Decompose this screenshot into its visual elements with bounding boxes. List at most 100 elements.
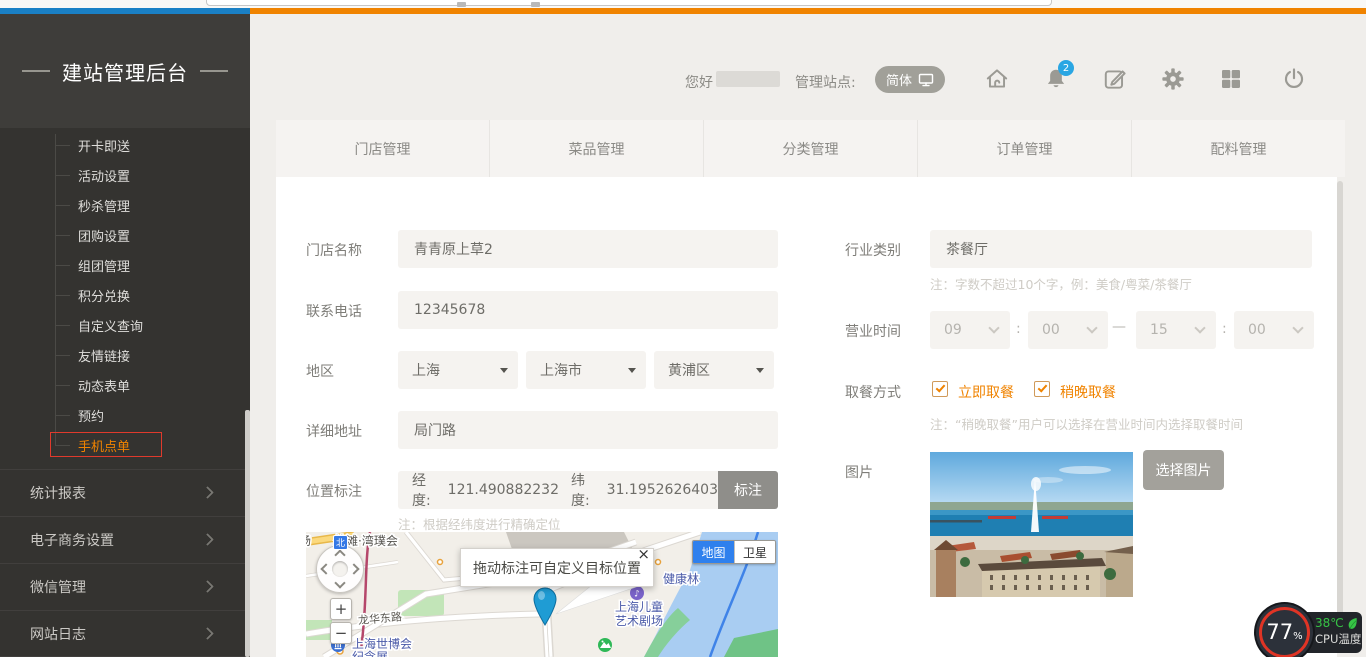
svg-text:健康林: 健康林	[663, 571, 699, 586]
chevron-right-icon	[201, 533, 214, 546]
phone-input[interactable]: 12345678	[398, 291, 778, 329]
home-icon[interactable]	[984, 66, 1010, 92]
chevron-right-icon	[201, 580, 214, 593]
satellite-view-button[interactable]: 卫星	[734, 541, 775, 563]
pickup-now-label[interactable]: 立即取餐	[958, 382, 1014, 402]
zoom-out-button[interactable]: −	[330, 622, 352, 644]
pan-down-icon[interactable]	[334, 577, 345, 588]
selected-item-outline	[50, 432, 162, 457]
store-name-input[interactable]: 青青原上草2	[398, 230, 778, 268]
gauge-ring	[1259, 607, 1310, 657]
notification-badge: 2	[1058, 60, 1074, 76]
edit-icon[interactable]	[1102, 66, 1128, 92]
content-scrollbar[interactable]	[1337, 181, 1343, 653]
cpu-usage-gauge[interactable]: 77 %	[1256, 604, 1313, 657]
pickup-later-checkbox[interactable]	[1034, 381, 1050, 397]
apps-grid-icon[interactable]	[1219, 67, 1245, 93]
tab-order-management[interactable]: 订单管理	[917, 120, 1131, 177]
tab-ingredient-management[interactable]: 配料管理	[1131, 120, 1345, 177]
pan-right-icon[interactable]	[348, 563, 359, 574]
location-input[interactable]: 经度: 121.490882232 纬度: 31.1952626403	[398, 471, 718, 509]
browser-edge-strip	[0, 0, 1366, 8]
tabbar: 门店管理 菜品管理 分类管理 订单管理 配料管理	[276, 120, 1345, 177]
sidebar-item-team-manage[interactable]: 组团管理	[0, 250, 250, 280]
sidebar-section-statistics[interactable]: 统计报表	[0, 469, 250, 516]
sidebar-item-friend-links[interactable]: 友情链接	[0, 340, 250, 370]
sidebar-item-points-exchange[interactable]: 积分兑换	[0, 280, 250, 310]
region-label: 地区	[306, 361, 334, 381]
choose-image-button[interactable]: 选择图片	[1143, 450, 1224, 490]
pan-up-icon[interactable]	[334, 549, 345, 560]
pan-left-icon[interactable]	[320, 563, 331, 574]
browser-mini-icon	[457, 2, 466, 7]
pickup-label: 取餐方式	[845, 382, 901, 402]
store-name-label: 门店名称	[306, 240, 362, 260]
dropdown-arrow-icon	[500, 368, 508, 373]
tab-dish-management[interactable]: 菜品管理	[489, 120, 703, 177]
sidebar-section-wechat[interactable]: 微信管理	[0, 563, 250, 610]
map-pin-icon[interactable]	[532, 587, 558, 631]
map-canvas[interactable]: ♪ 场 外滩·湾璞会 龙华东路 上海世博会 纪念展 上海儿童 艺术剧场 健康林 …	[306, 532, 778, 657]
chevron-down-icon	[1086, 322, 1097, 333]
language-pill-button[interactable]: 简体	[875, 66, 945, 93]
pickup-now-checkbox[interactable]	[932, 381, 948, 397]
sidebar-submenu: 开卡即送 活动设置 秒杀管理 团购设置 组团管理 积分兑换 自定义查询 友情链接…	[0, 128, 250, 460]
sidebar-item-custom-query[interactable]: 自定义查询	[0, 310, 250, 340]
industry-input[interactable]: 茶餐厅	[930, 230, 1312, 268]
chevron-right-icon	[201, 486, 214, 499]
map-type-switcher: 地图 卫星	[692, 540, 776, 564]
address-input[interactable]: 局门路	[398, 411, 778, 449]
tab-store-management[interactable]: 门店管理	[276, 120, 489, 177]
close-hour-select[interactable]: 15	[1136, 311, 1216, 349]
sidebar-item-dynamic-forms[interactable]: 动态表单	[0, 370, 250, 400]
svg-text:上海儿童: 上海儿童	[615, 599, 663, 614]
map-view-button[interactable]: 地图	[693, 541, 734, 563]
map-tooltip: 拖动标注可自定义目标位置 ×	[460, 548, 654, 587]
sidebar: 建站管理后台 开卡即送 活动设置 秒杀管理 团购设置 组团管理 积分兑换 自定义…	[0, 14, 250, 657]
svg-text:上海世博会: 上海世博会	[352, 636, 412, 651]
store-photo-preview	[930, 452, 1133, 597]
sidebar-section-site-logs[interactable]: 网站日志	[0, 610, 250, 657]
svg-text:场: 场	[306, 534, 311, 548]
svg-text:♪: ♪	[634, 590, 640, 600]
chevron-right-icon	[201, 627, 214, 640]
tooltip-close-icon[interactable]: ×	[637, 547, 650, 562]
tab-category-management[interactable]: 分类管理	[703, 120, 917, 177]
close-minute-select[interactable]: 00	[1234, 311, 1314, 349]
pickup-later-label[interactable]: 稍晚取餐	[1060, 382, 1116, 402]
open-minute-select[interactable]: 00	[1028, 311, 1108, 349]
industry-note: 注：字数不超过10个字，例：美食/粤菜/茶餐厅	[930, 274, 1192, 293]
map-pan-control[interactable]	[316, 545, 364, 593]
hours-dash: —	[1112, 319, 1126, 335]
pan-center-dot	[332, 561, 348, 577]
zoom-in-button[interactable]: +	[330, 598, 352, 620]
district-select[interactable]: 黄浦区	[654, 351, 774, 389]
latitude-label: 纬度:	[571, 470, 599, 510]
sidebar-item-group-buy[interactable]: 团购设置	[0, 220, 250, 250]
city-select[interactable]: 上海市	[526, 351, 646, 389]
power-icon[interactable]	[1281, 66, 1307, 92]
hours-label: 营业时间	[845, 321, 901, 341]
dropdown-arrow-icon	[628, 368, 636, 373]
open-hour-select[interactable]: 09	[930, 311, 1010, 349]
sidebar-section-ecommerce[interactable]: 电子商务设置	[0, 516, 250, 563]
industry-label: 行业类别	[845, 240, 901, 260]
redacted-username	[716, 71, 780, 87]
sidebar-item-activity-settings[interactable]: 活动设置	[0, 160, 250, 190]
pickup-note: 注：“稍晚取餐”用户可以选择在营业时间内选择取餐时间	[930, 414, 1243, 433]
longitude-label: 经度:	[412, 470, 440, 510]
sidebar-item-reservation[interactable]: 预约	[0, 400, 250, 430]
sidebar-title-text: 建站管理后台	[62, 57, 188, 86]
sidebar-item-mobile-ordering[interactable]: 手机点单	[0, 430, 250, 460]
dropdown-arrow-icon	[756, 368, 764, 373]
sidebar-title: 建站管理后台	[0, 14, 250, 128]
province-select[interactable]: 上海	[398, 351, 518, 389]
cpu-temp-value: 38℃	[1315, 616, 1344, 630]
phone-label: 联系电话	[306, 301, 362, 321]
mark-location-button[interactable]: 标注	[718, 471, 778, 509]
monitor-icon	[918, 73, 934, 87]
title-line-left	[22, 70, 50, 72]
sidebar-item-card-gift[interactable]: 开卡即送	[0, 130, 250, 160]
sidebar-item-flash-sale[interactable]: 秒杀管理	[0, 190, 250, 220]
gear-icon[interactable]	[1160, 66, 1186, 92]
